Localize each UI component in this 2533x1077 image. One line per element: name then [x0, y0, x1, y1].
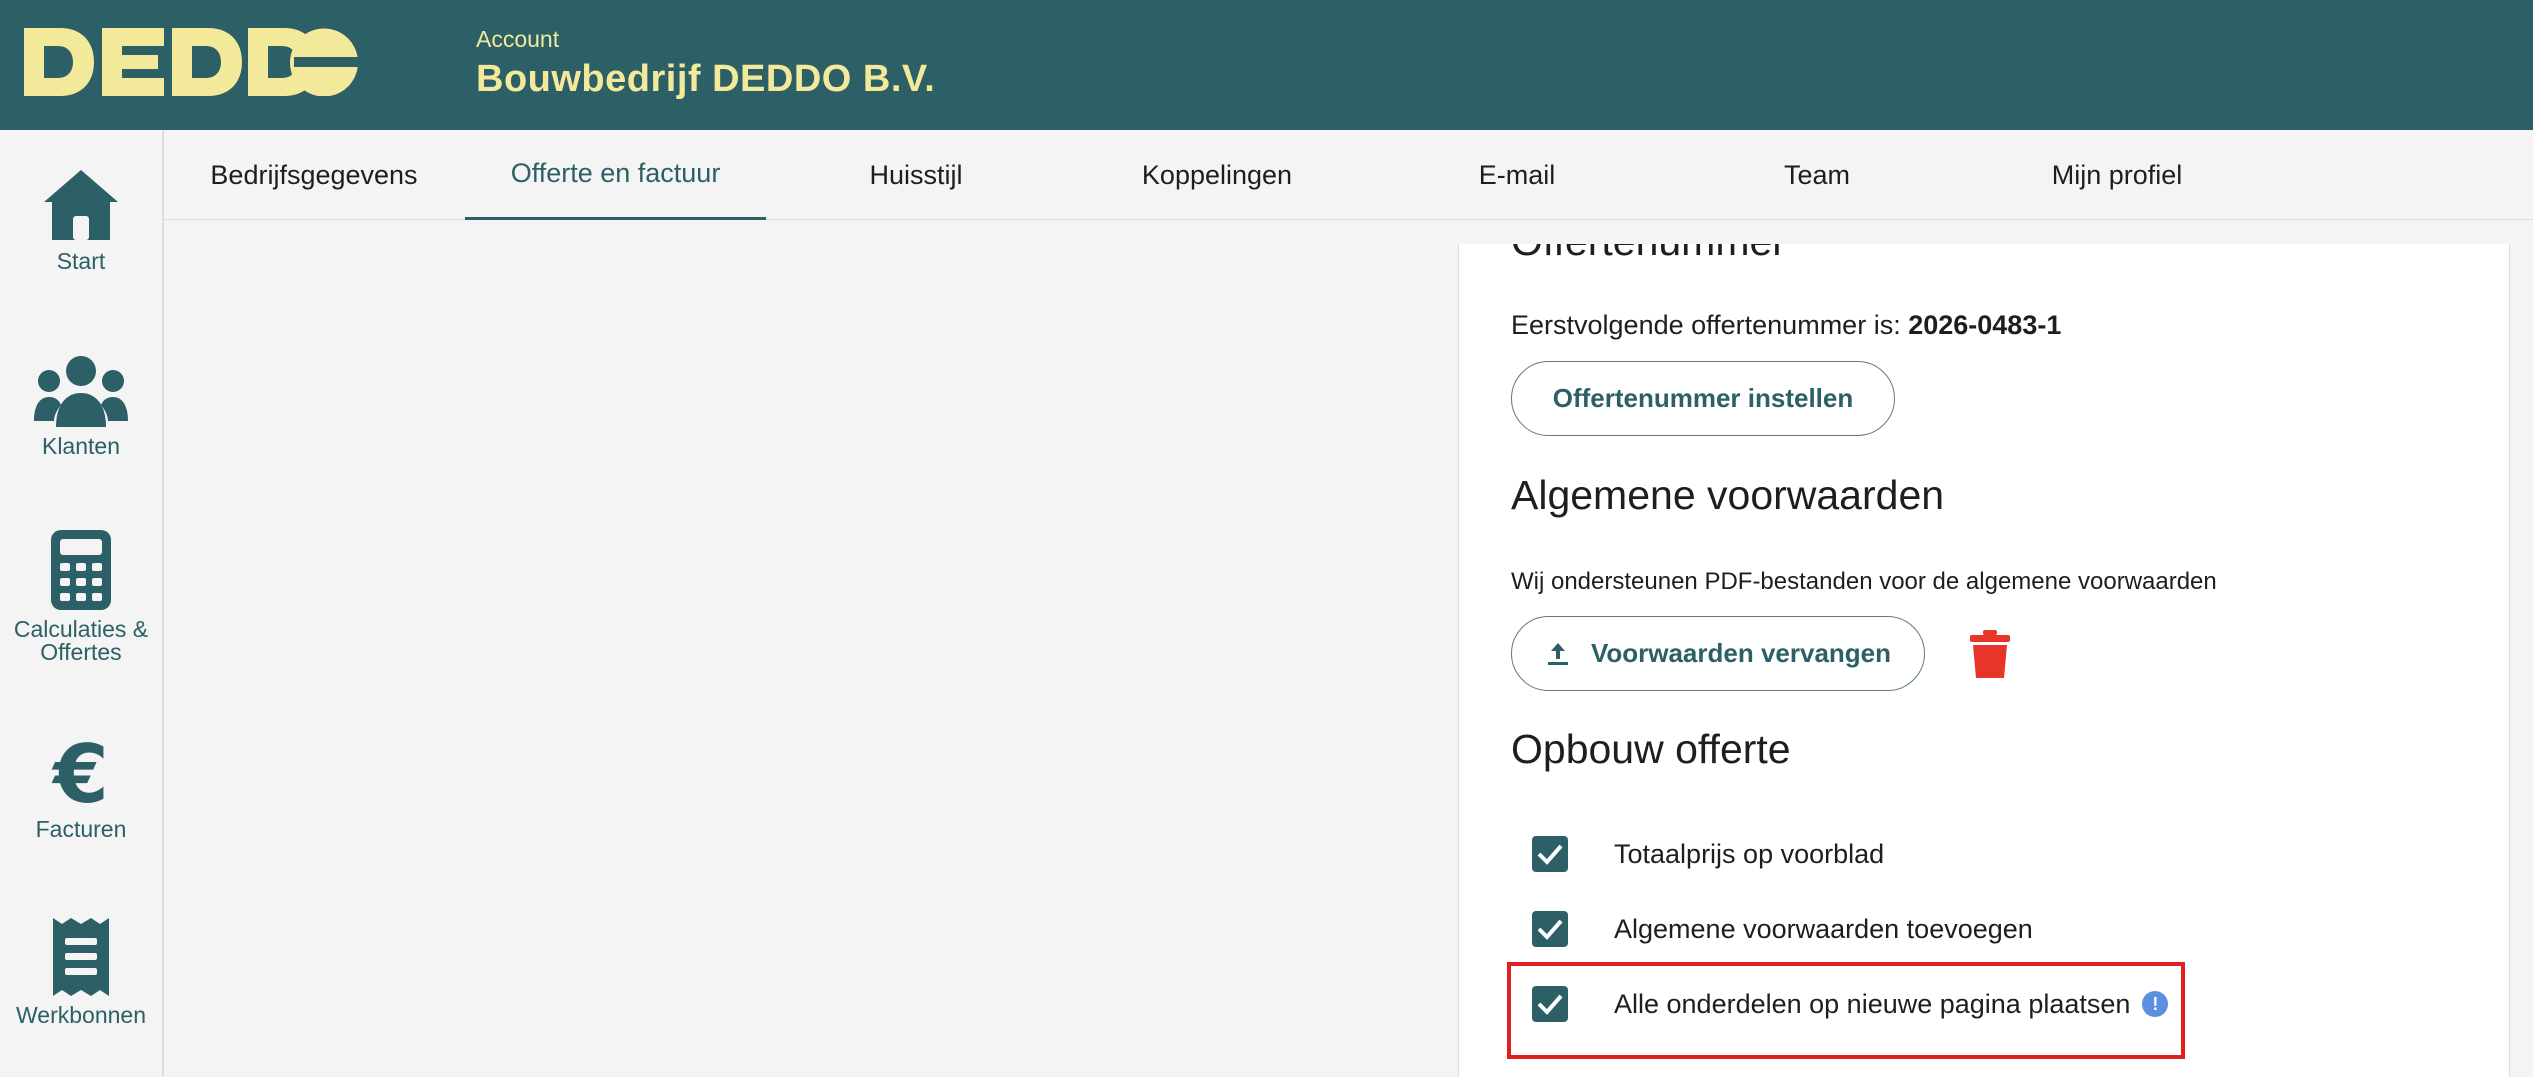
sidebar-item-label: Werkbonnen [16, 1002, 146, 1028]
sidebar-item-label: Start [56, 248, 106, 274]
tab-e-mail[interactable]: E-mail [1367, 130, 1667, 220]
sidebar-item-werkbonnen[interactable]: Werkbonnen [0, 918, 162, 1027]
voorwaarden-description: Wij ondersteunen PDF-bestanden voor de a… [1511, 568, 2217, 595]
totaalprijs-checkbox[interactable] [1532, 836, 1568, 872]
tab-team[interactable]: Team [1667, 130, 1967, 220]
opbouw-heading: Opbouw offerte [1511, 726, 1791, 772]
tab-koppelingen[interactable]: Koppelingen [1067, 130, 1367, 220]
voorwaarden-vervangen-button[interactable]: Voorwaarden vervangen [1511, 616, 1925, 691]
voorwaarden-heading: Algemene voorwaarden [1511, 472, 1945, 518]
tab-bedrijfsgegevens[interactable]: Bedrijfsgegevens [164, 130, 464, 220]
highlight-box [1507, 962, 2185, 1059]
offertenummer-instellen-button[interactable]: Offertenummer instellen [1511, 361, 1895, 436]
totaalprijs-label: Totaalprijs op voorblad [1614, 838, 1885, 869]
settings-card: Offertenummer Eerstvolgende offertenumme… [1458, 244, 2510, 1077]
offertenummer-next-value: 2026-0483-1 [1908, 310, 2062, 340]
top-header: Account Bouwbedrijf DEDDO B.V. [0, 0, 2533, 130]
tab-mijn-profiel[interactable]: Mijn profiel [1967, 130, 2267, 220]
offertenummer-heading: Offertenummer [1511, 244, 1786, 265]
users-icon [34, 356, 128, 427]
offertenummer-next: Eerstvolgende offertenummer is: 2026-048… [1511, 310, 2061, 341]
sidebar-item-label: Calculaties & Offertes [13, 616, 149, 665]
account-label: Account [476, 26, 560, 52]
checkmark-icon [1537, 919, 1563, 940]
sidebar-item-label: Klanten [41, 433, 120, 459]
sidebar-item-calculaties-offertes[interactable]: Calculaties & Offertes [0, 530, 162, 664]
receipt-icon [53, 918, 109, 996]
sidebar: Start Klanten Calculaties & Offertes € F… [0, 130, 164, 1077]
home-icon [44, 170, 118, 240]
voorwaarden-toevoegen-checkbox[interactable] [1532, 911, 1568, 947]
checkmark-icon [1537, 844, 1563, 865]
account-name: Bouwbedrijf DEDDO B.V. [476, 58, 936, 100]
calculator-icon [51, 530, 111, 610]
trash-icon[interactable] [1969, 630, 2011, 678]
voorwaarden-vervangen-label: Voorwaarden vervangen [1590, 638, 1892, 668]
sidebar-item-start[interactable]: Start [0, 168, 162, 273]
deddo-logo[interactable] [24, 28, 358, 96]
euro-icon: € [51, 736, 109, 810]
svg-text:€: € [51, 736, 109, 810]
tab-offerte-en-factuur[interactable]: Offerte en factuur [465, 130, 766, 220]
sidebar-item-label: Facturen [35, 816, 127, 842]
tab-huisstijl[interactable]: Huisstijl [766, 130, 1066, 220]
sidebar-item-facturen[interactable]: € Facturen [0, 736, 162, 841]
sidebar-item-klanten[interactable]: Klanten [0, 355, 162, 458]
option-totaalprijs[interactable]: Totaalprijs op voorblad [1532, 834, 1884, 874]
offertenummer-next-label: Eerstvolgende offertenummer is: [1511, 310, 1901, 340]
upload-icon [1547, 642, 1568, 665]
settings-tabs: Bedrijfsgegevens Offerte en factuur Huis… [164, 130, 2533, 220]
option-voorwaarden-toevoegen[interactable]: Algemene voorwaarden toevoegen [1532, 909, 2033, 949]
voorwaarden-toevoegen-label: Algemene voorwaarden toevoegen [1614, 913, 2033, 944]
